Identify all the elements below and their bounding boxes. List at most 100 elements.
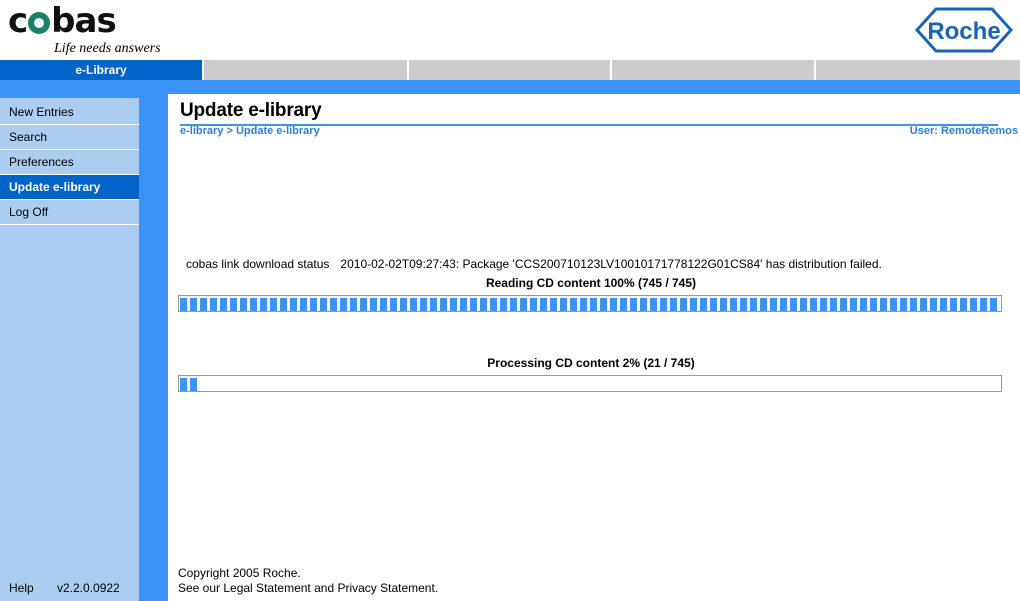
version-label: v2.2.0.0922 (57, 581, 120, 595)
progress-chunk (750, 298, 757, 311)
cobas-logo-text-part1: c (8, 1, 28, 41)
progress-chunk (600, 298, 607, 311)
progress-chunk (280, 298, 287, 311)
progress-chunk (240, 298, 247, 311)
copyright-text: Copyright 2005 Roche. (178, 566, 301, 580)
progress-chunk (920, 298, 927, 311)
progress-chunk (270, 298, 277, 311)
user-label: User: RemoteRemos (909, 125, 1018, 137)
sidebar-item-log-off[interactable]: Log Off (0, 200, 139, 225)
progress-chunk (460, 298, 467, 311)
progress-processing-fill (180, 377, 197, 391)
progress-chunk (400, 298, 407, 311)
progress-chunk (690, 298, 697, 311)
progress-chunk (210, 298, 217, 311)
progress-chunk (190, 298, 197, 311)
content-footer: Copyright 2005 Roche. See our Legal Stat… (178, 566, 438, 596)
progress-chunk (340, 298, 347, 311)
help-link[interactable]: Help (9, 576, 34, 600)
progress-chunk (220, 298, 227, 311)
progress-chunk (520, 298, 527, 311)
progress-chunk (320, 298, 327, 311)
cobas-circle-icon (28, 12, 51, 34)
progress-chunk (810, 298, 817, 311)
progress-chunk (880, 298, 887, 311)
progress-chunk (480, 298, 487, 311)
progress-chunk (500, 298, 507, 311)
sidebar-item-new-entries[interactable]: New Entries (0, 100, 139, 125)
progress-processing-label: Processing CD content 2% (21 / 745) (487, 356, 695, 370)
main-tab-bar: e-Library (0, 60, 1020, 80)
progress-chunk (540, 298, 547, 311)
sidebar-item-search-label: Search (9, 130, 48, 144)
progress-chunk (430, 298, 437, 311)
progress-chunk (590, 298, 597, 311)
progress-chunk (360, 298, 367, 311)
progress-chunk (620, 298, 627, 311)
progress-chunk (550, 298, 557, 311)
roche-logo-label: Roche (927, 18, 1000, 45)
progress-chunk (490, 298, 497, 311)
progress-chunk (290, 298, 297, 311)
sidebar-item-new-entries-label: New Entries (9, 105, 74, 119)
progress-chunk (630, 298, 637, 311)
cobas-logo-text-part2: bas (51, 1, 117, 41)
progress-chunk (510, 298, 517, 311)
progress-chunk (680, 298, 687, 311)
brand-tagline: Life needs answers (54, 41, 161, 56)
progress-chunk (330, 298, 337, 311)
progress-chunk (370, 298, 377, 311)
progress-chunk (700, 298, 707, 311)
progress-chunk (960, 298, 967, 311)
header-accent-stripe (0, 80, 1020, 94)
progress-chunk (720, 298, 727, 311)
sidebar-item-update-e-library[interactable]: Update e-library (0, 175, 139, 200)
tab-empty-1[interactable] (204, 60, 409, 80)
progress-chunk (990, 298, 997, 311)
progress-chunk (260, 298, 267, 311)
progress-chunk (800, 298, 807, 311)
progress-chunk (900, 298, 907, 311)
progress-chunk (910, 298, 917, 311)
progress-chunk (570, 298, 577, 311)
sidebar-item-preferences[interactable]: Preferences (0, 150, 139, 175)
progress-chunk (200, 298, 207, 311)
sidebar-item-log-off-label: Log Off (9, 205, 49, 219)
progress-chunk (790, 298, 797, 311)
tab-e-library[interactable]: e-Library (0, 60, 204, 80)
tab-empty-4[interactable] (816, 60, 1020, 80)
progress-chunk (580, 298, 587, 311)
progress-chunk (470, 298, 477, 311)
progress-chunk (980, 298, 987, 311)
progress-chunk (390, 298, 397, 311)
tab-empty-3[interactable] (612, 60, 816, 80)
main-content: Update e-library e-library > Update e-li… (168, 94, 1020, 601)
sidebar-item-search[interactable]: Search (0, 125, 139, 150)
tab-empty-2[interactable] (409, 60, 612, 80)
progress-chunk (420, 298, 427, 311)
progress-chunk (530, 298, 537, 311)
progress-reading-cd-content: Reading CD content 100% (745 / 745) (178, 276, 1004, 312)
status-source-label: cobas link download status (186, 257, 330, 271)
progress-chunk (660, 298, 667, 311)
progress-chunk (740, 298, 747, 311)
progress-chunk (440, 298, 447, 311)
progress-chunk (850, 298, 857, 311)
progress-reading-track (178, 295, 1002, 312)
progress-chunk (640, 298, 647, 311)
tab-e-library-label: e-Library (75, 63, 127, 77)
breadcrumb[interactable]: e-library > Update e-library (180, 125, 320, 137)
progress-chunk (860, 298, 867, 311)
progress-chunk (730, 298, 737, 311)
progress-chunk (950, 298, 957, 311)
progress-reading-label: Reading CD content 100% (745 / 745) (485, 276, 697, 290)
progress-chunk (310, 298, 317, 311)
progress-chunk (230, 298, 237, 311)
progress-chunk (650, 298, 657, 311)
sidebar-footer: Help v2.2.0.0922 (0, 576, 139, 600)
progress-chunk (670, 298, 677, 311)
legal-statement-link[interactable]: See our Legal Statement and Privacy Stat… (178, 581, 438, 596)
progress-chunk (970, 298, 977, 311)
progress-chunk (930, 298, 937, 311)
progress-chunk (250, 298, 257, 311)
